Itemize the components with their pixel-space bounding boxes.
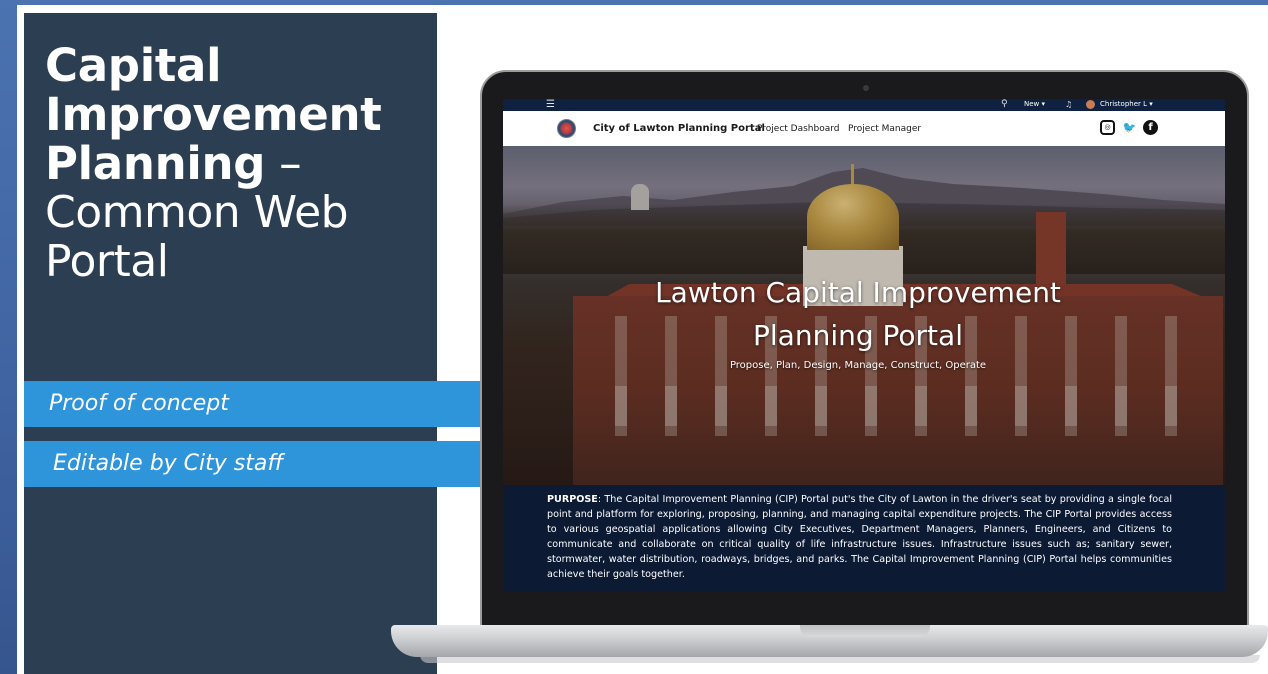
purpose-label: PURPOSE — [547, 494, 598, 505]
bell-icon[interactable]: ♫ — [1065, 99, 1072, 110]
webcam-icon — [863, 85, 869, 91]
search-icon[interactable]: ⚲ — [1001, 99, 1008, 110]
hero-title-line-1: Lawton Capital Improvement — [655, 276, 1061, 309]
title-line-4: Common Web — [45, 187, 349, 238]
hero-subtitle: Propose, Plan, Design, Manage, Construct… — [729, 360, 987, 371]
site-title-link[interactable]: City of Lawton Planning Portal — [593, 122, 765, 135]
hero-title-line-2: Planning Portal — [753, 319, 963, 352]
new-menu-button[interactable]: New ▾ — [1024, 100, 1045, 109]
title-line-5: Portal — [45, 236, 169, 287]
nav-link-project-dashboard[interactable]: Project Dashboard — [757, 123, 839, 135]
callout-editable-by-city-staff: Editable by City staff — [24, 441, 516, 487]
city-seal-logo[interactable] — [557, 119, 576, 138]
menu-icon[interactable]: ☰ — [546, 100, 558, 110]
purpose-text: : The Capital Improvement Planning (CIP)… — [547, 494, 1172, 580]
portal-top-bar: ☰ ⚲ New ▾ ♫ Christopher L ▾ — [503, 99, 1225, 111]
hero-banner: Lawton Capital Improvement Planning Port… — [503, 146, 1225, 485]
twitter-icon[interactable]: 🐦 — [1122, 120, 1137, 135]
portal-nav-bar: City of Lawton Planning Portal Project D… — [503, 111, 1225, 146]
purpose-statement: PURPOSE: The Capital Improvement Plannin… — [547, 492, 1172, 582]
title-panel: Capital Improvement Planning – Common We… — [24, 13, 437, 674]
title-line-3: Planning – — [45, 139, 435, 188]
title-line-3-bold: Planning — [45, 137, 266, 190]
laptop-screen: ☰ ⚲ New ▾ ♫ Christopher L ▾ City of Lawt… — [503, 99, 1225, 591]
instagram-icon[interactable]: ◎ — [1100, 120, 1115, 135]
title-line-2: Improvement — [45, 88, 382, 141]
title-line-1: Capital — [45, 39, 222, 92]
avatar[interactable] — [1086, 100, 1095, 109]
nav-link-project-manager[interactable]: Project Manager — [848, 123, 921, 135]
callout-proof-of-concept: Proof of concept — [24, 381, 516, 427]
laptop-notch — [800, 625, 930, 637]
facebook-icon[interactable]: f — [1143, 120, 1158, 135]
slide-title: Capital Improvement Planning – Common We… — [45, 41, 435, 286]
title-dash: – — [265, 137, 302, 190]
slide-frame-top — [0, 0, 1268, 5]
slide-frame-left — [0, 0, 17, 674]
user-menu-button[interactable]: Christopher L ▾ — [1100, 100, 1153, 109]
hero-title: Lawton Capital Improvement Planning Port… — [603, 271, 1113, 357]
